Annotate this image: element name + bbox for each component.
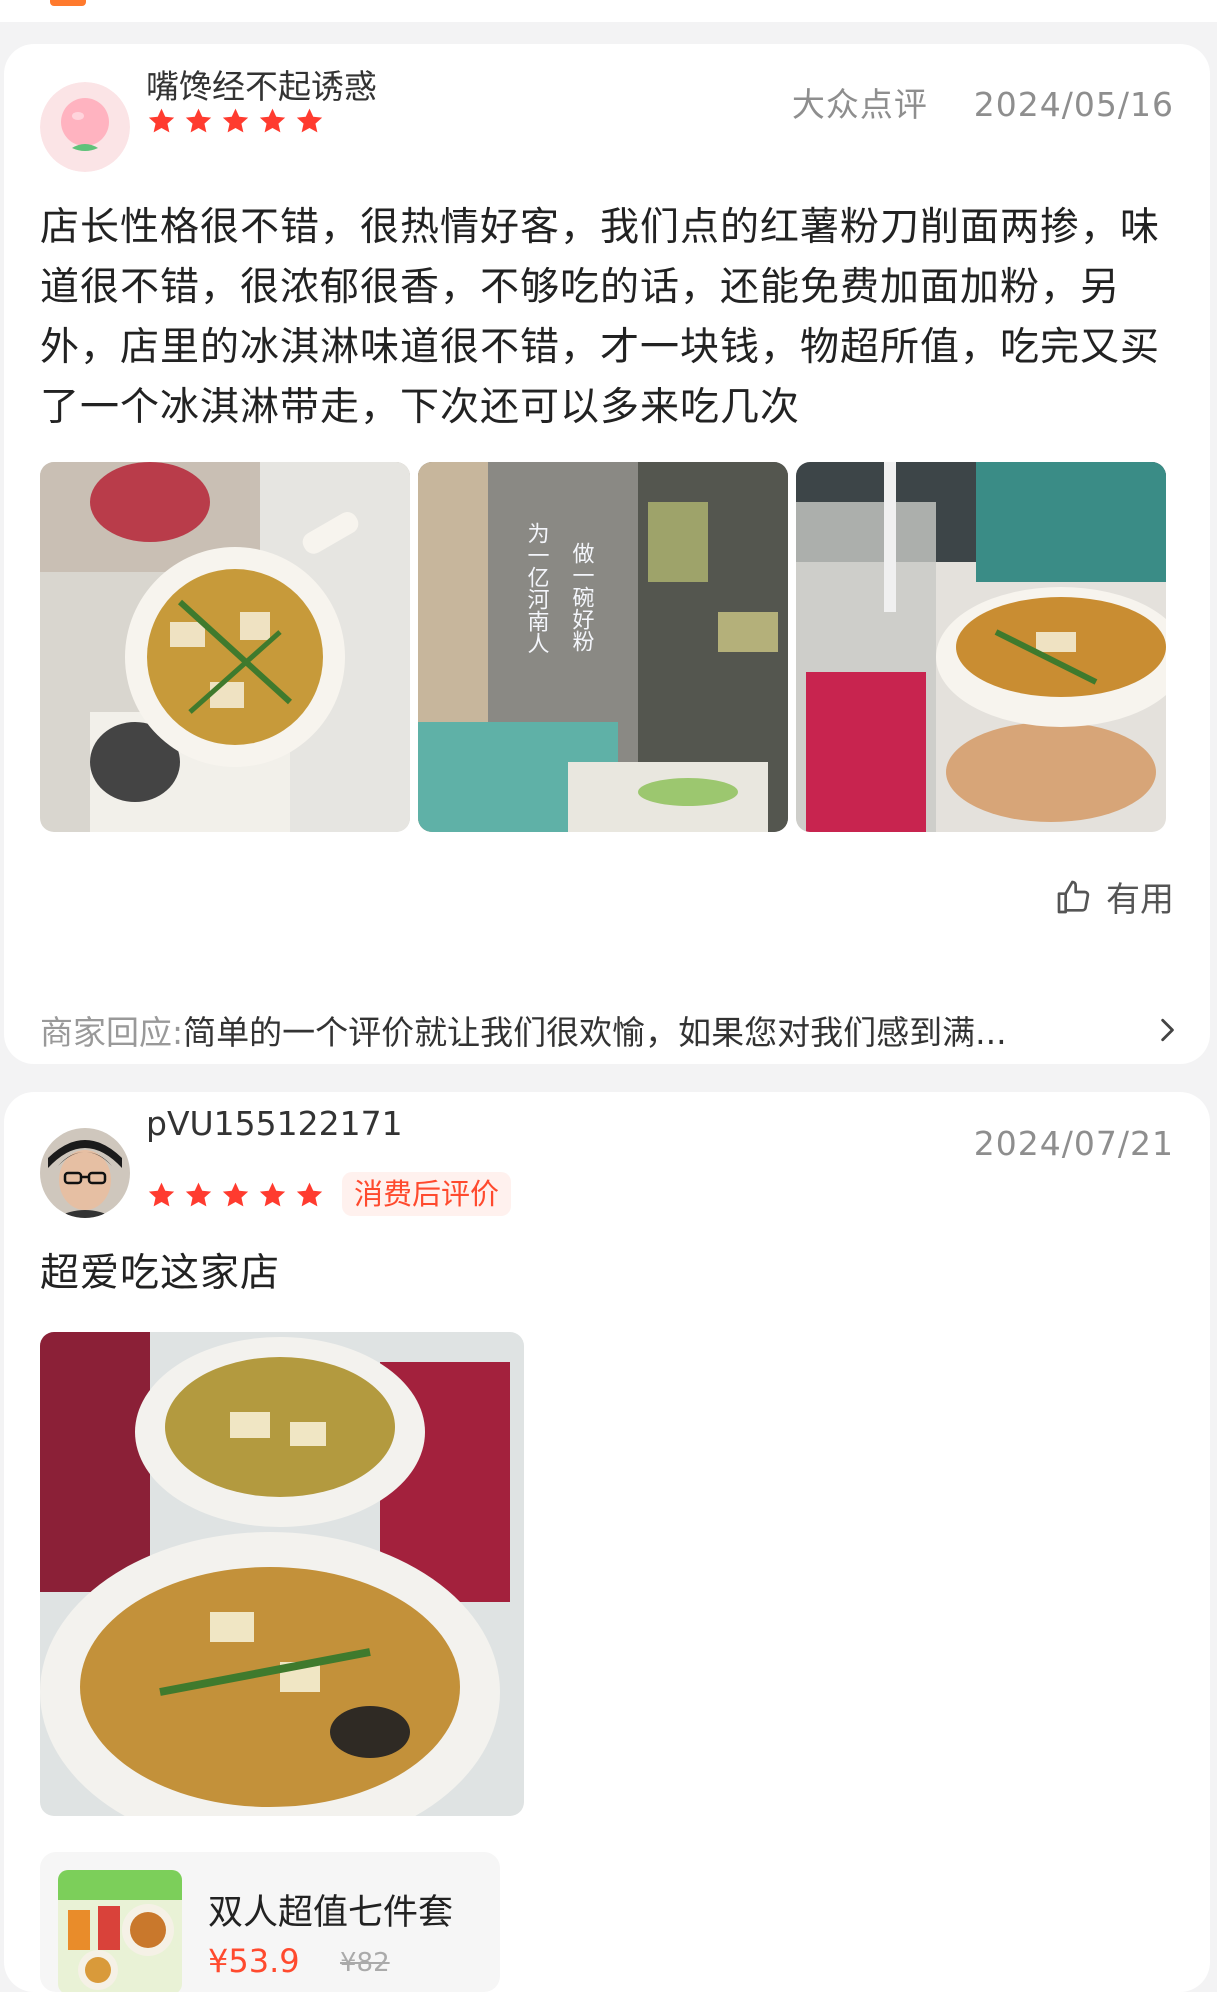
star-icon [185,108,212,133]
user-avatar[interactable] [40,1128,130,1218]
active-tab-indicator [50,0,86,6]
rating-stars [146,1180,325,1211]
review-date: 2024/05/16 [973,85,1174,124]
review-meta: 大众点评 2024/05/16 [792,78,1174,126]
restaurant-interior-photo: 为一亿河南人 做一碗好粉 [418,462,788,832]
interior-sign-line-1: 为一亿河南人 [524,522,550,654]
chevron-right-icon [1161,1018,1174,1042]
review-photo[interactable] [796,462,1166,832]
star-icon [185,1182,212,1207]
review-photo[interactable] [40,462,410,832]
merchant-reply-prefix: 商家回应: [40,1013,184,1052]
review-date: 2024/07/21 [973,1124,1174,1163]
soup-bowl-photo [40,462,410,832]
thumbs-up-icon [1057,880,1090,913]
star-icon [259,108,286,133]
star-icon [296,1182,323,1207]
username[interactable]: pVU155122171 [146,1104,403,1143]
review-text: 店长性格很不错，很热情好客，我们点的红薯粉刀削面两掺，味道很不错，很浓郁很香，不… [40,205,1161,430]
review-card: 嘴馋经不起诱惑 大众点评 2024/05/16 店长性格很不错，很热情好客，我们… [4,44,1210,1064]
review-source: 大众点评 [791,85,928,124]
interior-sign-line-2: 做一碗好粉 [569,542,595,652]
star-icon [148,108,175,133]
user-avatar[interactable] [40,82,130,172]
star-icon [148,1182,175,1207]
product-card[interactable]: 双人超值七件套 ¥53.9 ¥82 [40,1852,500,1992]
soup-and-drink-photo [796,462,1166,832]
star-icon [296,108,323,133]
product-price: ¥53.9 [208,1942,300,1980]
post-purchase-badge: 消费后评价 [342,1172,512,1216]
useful-label: 有用 [1106,880,1174,920]
merchant-reply-text: 简单的一个评价就让我们很欢愉，如果您对我们感到满... [183,1013,1007,1052]
star-icon [259,1182,286,1207]
top-strip [0,0,1217,22]
two-bowls-photo [40,1332,524,1816]
useful-button[interactable]: 有用 [1054,872,1174,921]
star-icon [222,1182,249,1207]
review-text: 超爱吃这家店 [40,1251,281,1296]
review-photo[interactable] [40,1332,524,1816]
product-original-price: ¥82 [340,1948,390,1978]
product-name: 双人超值七件套 [208,1893,454,1933]
merchant-reply[interactable]: 商家回应: 简单的一个评价就让我们很欢愉，如果您对我们感到满... [40,1006,1180,1054]
rating-stars [146,106,325,137]
review-card: pVU155122171 消费后评价 2024/07/21 超爱吃这家店 双人超… [4,1092,1210,1992]
review-photo[interactable]: 为一亿河南人 做一碗好粉 [418,462,788,832]
product-thumbnail [58,1870,182,1992]
username[interactable]: 嘴馋经不起诱惑 [146,60,377,108]
star-icon [222,108,249,133]
